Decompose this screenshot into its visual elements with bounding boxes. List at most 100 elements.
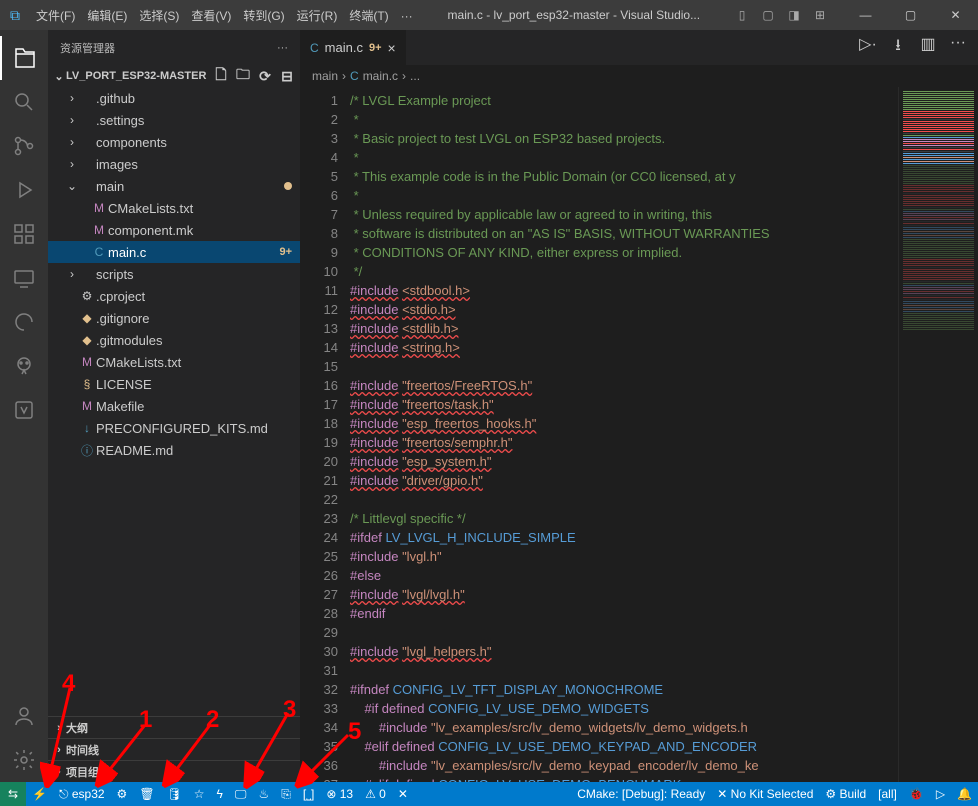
close-btn[interactable]: ✕ — [933, 0, 978, 30]
menu-查看(V)[interactable]: 查看(V) — [185, 9, 237, 23]
tab-git-badge: 9+ — [369, 42, 382, 54]
projectgroup-section[interactable]: ›项目组件 — [48, 760, 300, 782]
tree-CMakeLists.txt[interactable]: MCMakeLists.txt — [48, 351, 300, 373]
sb-trash-icon[interactable]: 🗑 — [133, 782, 160, 806]
tree-label: main — [96, 179, 124, 194]
sb-db-icon[interactable]: 🛢 — [161, 782, 188, 806]
tree-label: components — [96, 135, 167, 150]
editor-tab-main-c[interactable]: C main.c 9+ × — [300, 30, 406, 65]
git-badge: 9+ — [279, 246, 292, 258]
sb-play-icon[interactable]: ▷ — [930, 782, 951, 806]
sb-cmake[interactable]: CMake: [Debug]: Ready — [571, 782, 711, 806]
activity-remote-icon[interactable] — [0, 256, 48, 300]
sb-monitor-icon[interactable]: 🖵 — [229, 782, 253, 806]
editor-body[interactable]: 1234567891011121314151617181920212223242… — [300, 87, 978, 782]
tree-Makefile[interactable]: MMakefile — [48, 395, 300, 417]
sb-plug-icon[interactable]: ⚡ — [26, 782, 53, 806]
tree-PRECONFIGURED_KITS.md[interactable]: ↓PRECONFIGURED_KITS.md — [48, 417, 300, 439]
tree-label: main.c — [108, 245, 146, 260]
activity-extensions-icon[interactable] — [0, 212, 48, 256]
tree-.cproject[interactable]: ⚙.cproject — [48, 285, 300, 307]
modified-dot-icon — [284, 182, 292, 190]
sb-all[interactable]: [all] — [872, 782, 903, 806]
tree-.github[interactable]: ›.github — [48, 87, 300, 109]
maximize-btn[interactable]: ▢ — [888, 0, 933, 30]
tree-CMakeLists.txt[interactable]: MCMakeLists.txt — [48, 197, 300, 219]
activity-settings-icon[interactable] — [0, 738, 48, 782]
sb-gear-icon[interactable]: ⚙ — [111, 782, 134, 806]
tree-.gitmodules[interactable]: ◆.gitmodules — [48, 329, 300, 351]
tree-scripts[interactable]: ›scripts — [48, 263, 300, 285]
tree-README.md[interactable]: ⓘREADME.md — [48, 439, 300, 461]
sidebar-more-icon[interactable]: ··· — [277, 42, 288, 54]
sb-mute-icon[interactable]: ✕ — [392, 782, 414, 806]
sb-flame-icon[interactable]: ♨ — [252, 782, 275, 806]
tab-label: main.c — [325, 40, 363, 55]
menu-转到(G)[interactable]: 转到(G) — [237, 9, 290, 23]
layout-btn-4[interactable]: ⊞ — [807, 0, 833, 30]
activity-platformio-icon[interactable] — [0, 344, 48, 388]
activity-explorer-icon[interactable] — [0, 36, 48, 80]
menu-终端(T)[interactable]: 终端(T) — [343, 9, 394, 23]
tree-.settings[interactable]: ›.settings — [48, 109, 300, 131]
activity-search-icon[interactable] — [0, 80, 48, 124]
line-gutter: 1234567891011121314151617181920212223242… — [300, 87, 350, 782]
tree-label: .settings — [96, 113, 144, 128]
sb-debug-icon[interactable]: 🐞 — [903, 782, 930, 806]
timeline-section[interactable]: ›时间线 — [48, 738, 300, 760]
sb-errors[interactable]: ⊗ 13 — [320, 782, 359, 806]
outline-section[interactable]: ›大纲 — [48, 716, 300, 738]
sb-warnings[interactable]: ⚠ 0 — [359, 782, 392, 806]
§-icon: § — [78, 377, 96, 391]
remote-indicator[interactable]: ⇆ — [0, 782, 26, 806]
sb-build[interactable]: ⚙ Build — [819, 782, 872, 806]
menu-选择(S)[interactable]: 选择(S) — [133, 9, 185, 23]
tree-label: Makefile — [96, 399, 144, 414]
sb-flash-icon[interactable]: ϟ — [211, 782, 229, 806]
menu-···[interactable]: ··· — [395, 9, 419, 23]
sb-bell-icon[interactable]: 🔔 — [951, 782, 978, 806]
new-folder-icon[interactable]: 🗀 — [234, 67, 252, 85]
sb-nokit[interactable]: ✕ No Kit Selected — [711, 782, 819, 806]
activity-scm-icon[interactable] — [0, 124, 48, 168]
layout-btn-3[interactable]: ◨ — [781, 0, 807, 30]
new-file-icon[interactable]: 🗋 — [212, 67, 230, 85]
editor-actions: ▷· ⭳ ▥ ··· — [848, 34, 978, 61]
minimize-btn[interactable]: — — [843, 0, 888, 30]
tree-main.c[interactable]: Cmain.c9+ — [48, 241, 300, 263]
tree-main[interactable]: ⌄main — [48, 175, 300, 197]
sb-esp32[interactable]: ⎋ esp32 — [53, 782, 111, 806]
sb-star-icon[interactable]: ☆ — [188, 782, 211, 806]
run-icon[interactable]: ▷· — [858, 34, 878, 61]
collapse-icon[interactable]: ⊟ — [278, 67, 296, 85]
split-icon[interactable]: ▥ — [918, 34, 938, 61]
refresh-icon[interactable]: ⟳ — [256, 67, 274, 85]
menu-编辑(E)[interactable]: 编辑(E) — [81, 9, 133, 23]
activity-bookmark-icon[interactable] — [0, 388, 48, 432]
sidebar-explorer: 资源管理器 ··· ⌄ LV_PORT_ESP32-MASTER 🗋 🗀 ⟳ ⊟… — [48, 30, 300, 782]
more-icon[interactable]: ··· — [948, 34, 968, 61]
tree-images[interactable]: ›images — [48, 153, 300, 175]
tree-.gitignore[interactable]: ◆.gitignore — [48, 307, 300, 329]
activity-espressif-icon[interactable] — [0, 300, 48, 344]
tree-label: LICENSE — [96, 377, 152, 392]
tree-LICENSE[interactable]: §LICENSE — [48, 373, 300, 395]
layout-btn-2[interactable]: ▢ — [755, 0, 781, 30]
menu-文件(F)[interactable]: 文件(F) — [30, 9, 81, 23]
M-icon: M — [78, 355, 96, 369]
breadcrumb[interactable]: main› C main.c› ... — [300, 65, 978, 87]
minimap[interactable] — [898, 87, 978, 782]
menu-运行(R)[interactable]: 运行(R) — [291, 9, 344, 23]
tree-component.mk[interactable]: Mcomponent.mk — [48, 219, 300, 241]
layout-btn-1[interactable]: ▯ — [729, 0, 755, 30]
sb-bracket-icon[interactable]: [⎵] — [297, 782, 320, 806]
tree-label: .cproject — [96, 289, 145, 304]
tab-close-icon[interactable]: × — [388, 40, 396, 56]
activity-account-icon[interactable] — [0, 694, 48, 738]
code-content[interactable]: /* LVGL Example project * * Basic projec… — [350, 87, 898, 782]
download-icon[interactable]: ⭳ — [888, 34, 908, 61]
tree-components[interactable]: ›components — [48, 131, 300, 153]
activity-debug-icon[interactable] — [0, 168, 48, 212]
sb-outbox-icon[interactable]: ⎘ — [275, 782, 297, 806]
project-header[interactable]: ⌄ LV_PORT_ESP32-MASTER 🗋 🗀 ⟳ ⊟ — [48, 65, 300, 87]
